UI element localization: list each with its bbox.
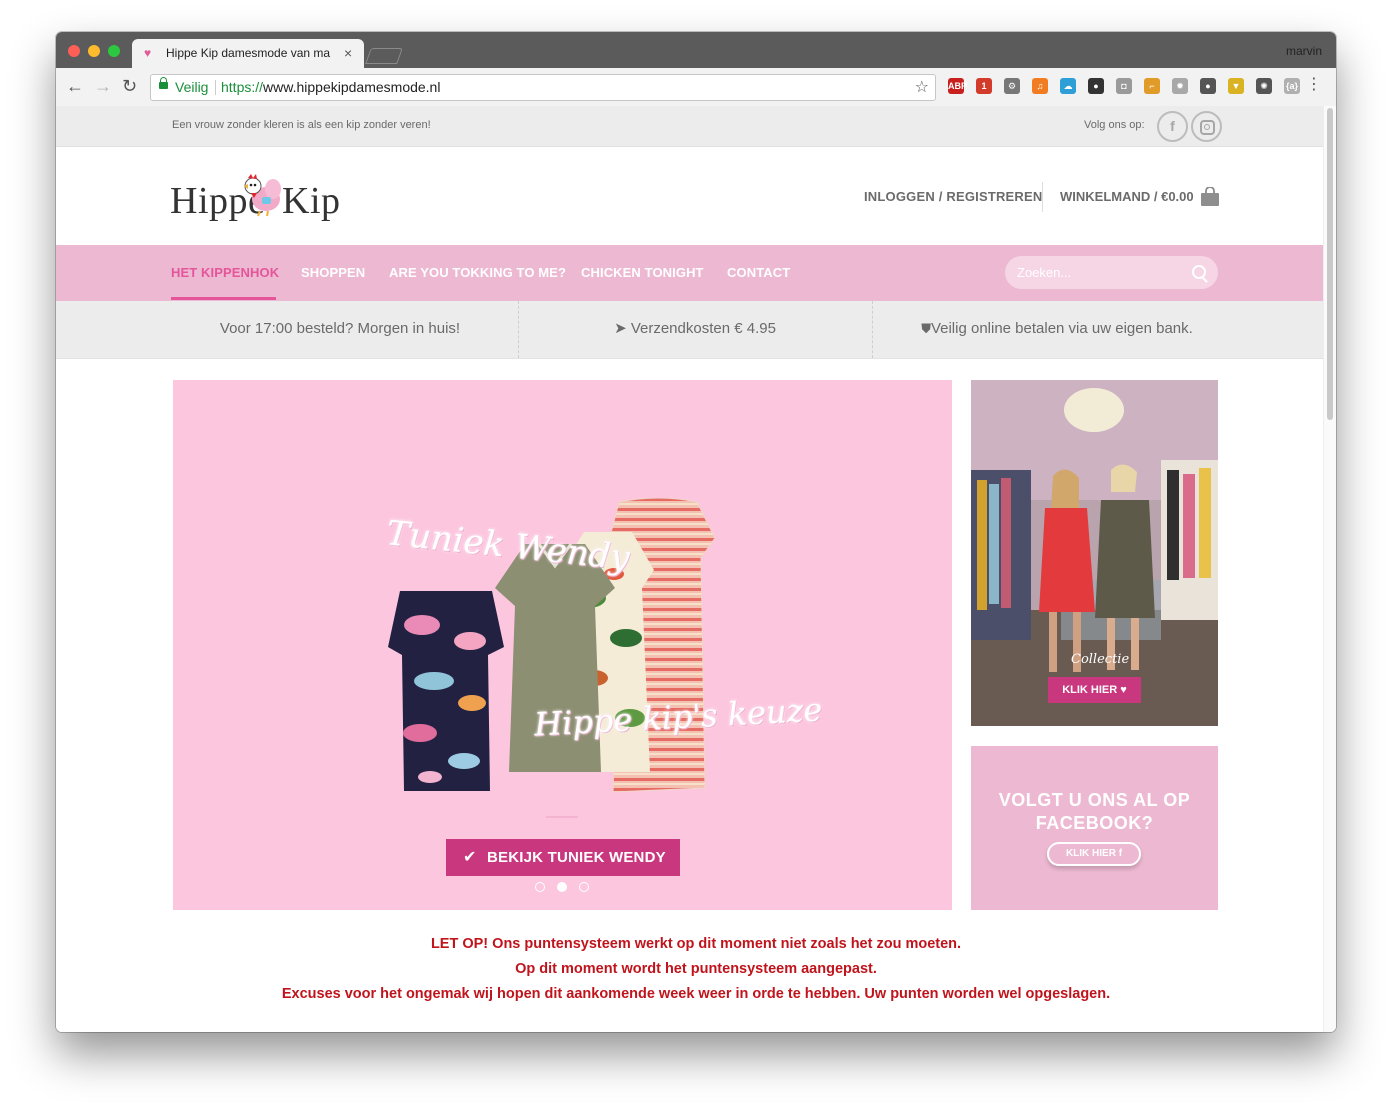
usp-delivery: Voor 17:00 besteld? Morgen in huis!	[219, 320, 461, 337]
profile-name[interactable]: marvin	[1286, 44, 1322, 58]
heart-icon: ♥	[1120, 684, 1127, 696]
music-icon[interactable]: ♫	[1032, 78, 1048, 94]
facebook-icon[interactable]: f	[1157, 111, 1188, 142]
notice-line-3: Excuses voor het ongemak wij hopen dit a…	[281, 986, 1111, 1002]
shield-icon: ⛊	[921, 321, 931, 336]
lock-icon	[159, 77, 168, 89]
new-tab-button[interactable]	[365, 48, 403, 64]
active-nav-indicator	[171, 297, 276, 300]
usp-shipping: Verzendkosten € 4.95	[630, 320, 776, 337]
shopping-bag-icon[interactable]	[1200, 187, 1220, 206]
notice-line-2: Op dit moment wordt het puntensysteem aa…	[515, 961, 877, 977]
bookmark-star-icon[interactable]: ☆	[915, 75, 929, 100]
facebook-click-here-button[interactable]: KLIK HIER f	[1047, 842, 1141, 866]
back-icon[interactable]: ←	[66, 76, 84, 96]
instagram-icon[interactable]	[1191, 111, 1222, 142]
checkmark-icon: ✔	[463, 849, 477, 866]
view-tunic-button[interactable]: ✔ BEKIJK TUNIEK WENDY	[446, 839, 680, 876]
nav-item-are-you-tokking[interactable]: ARE YOU TOKKING TO ME?	[389, 265, 566, 280]
page-scrollbar[interactable]	[1323, 106, 1336, 1032]
forward-icon[interactable]: →	[94, 76, 112, 96]
url-host: www.hippekipdamesmode.nl	[263, 79, 441, 95]
collection-click-here-button[interactable]: KLIK HIER ♥	[1048, 677, 1141, 703]
view-tunic-label: BEKIJK TUNIEK WENDY	[487, 849, 666, 866]
usp-bar: Voor 17:00 besteld? Morgen in huis! ➤ Ve…	[56, 301, 1336, 359]
browser-toolbar: ← → ↻ Veilig https://www.hippekipdamesmo…	[56, 68, 1336, 107]
slide-divider	[546, 816, 578, 818]
atom-icon[interactable]: ✺	[1256, 78, 1272, 94]
url-scheme: https://	[221, 79, 264, 95]
main-navigation: HET KIPPENHOK SHOPPEN ARE YOU TOKKING TO…	[56, 245, 1336, 301]
nav-item-contact[interactable]: CONTACT	[727, 265, 790, 280]
notice-line-1: LET OP! Ons puntensysteem werkt op dit m…	[430, 936, 962, 952]
facebook-promo-line-1: VOLGT U ONS AL OP	[998, 790, 1191, 810]
tab-close-icon[interactable]: ×	[344, 39, 352, 67]
settings-icon[interactable]: ⚙	[1004, 78, 1020, 94]
slider-dots	[535, 882, 595, 894]
slider-dot-3[interactable]	[579, 882, 589, 892]
slider-dot-1[interactable]	[535, 882, 545, 892]
facebook-promo: VOLGT U ONS AL OP FACEBOOK? KLIK HIER f	[971, 746, 1218, 910]
top-bar: Een vrouw zonder kleren is als een kip z…	[56, 106, 1336, 147]
weather-icon[interactable]: ☁	[1060, 78, 1076, 94]
usp-payment-cell: ⛊Veilig online betalen via uw eigen bank…	[872, 301, 1242, 358]
floral-navy-dress-image	[388, 591, 504, 791]
web-page: Een vrouw zonder kleren is als een kip z…	[56, 106, 1336, 1032]
cart-link[interactable]: WINKELMAND / €0.00	[1060, 189, 1194, 204]
browser-menu-icon[interactable]: ⋮	[1306, 75, 1322, 95]
camera-icon[interactable]: ◘	[1116, 78, 1132, 94]
reload-icon[interactable]: ↻	[122, 76, 137, 96]
follow-label: Volg ons op:	[1084, 119, 1145, 131]
url-text[interactable]: https://www.hippekipdamesmode.nl	[221, 75, 440, 100]
search-icon[interactable]	[1192, 265, 1206, 279]
counter-icon[interactable]: 1	[976, 78, 992, 94]
title-bar: ♥ Hippe Kip damesmode van ma × marvin	[56, 32, 1336, 68]
header-divider	[1042, 182, 1043, 212]
login-register-link[interactable]: INLOGGEN / REGISTREREN	[864, 189, 1042, 204]
gear-icon[interactable]: ✹	[1172, 78, 1188, 94]
scrollbar-thumb[interactable]	[1327, 108, 1333, 420]
close-window-button[interactable]	[68, 45, 80, 57]
address-divider	[215, 80, 216, 95]
minimize-window-button[interactable]	[88, 45, 100, 57]
facebook-promo-title: VOLGT U ONS AL OP FACEBOOK?	[971, 789, 1218, 835]
hen-mascot-icon	[244, 174, 281, 217]
search-input[interactable]: Zoeken...	[1005, 256, 1218, 289]
site-header: Hippe Kip INLOGGEN / REGISTREREN WINKELM…	[56, 147, 1336, 245]
browser-tab[interactable]: ♥ Hippe Kip damesmode van ma ×	[132, 39, 364, 68]
collection-photo[interactable]: Collectie KLIK HIER ♥	[971, 380, 1218, 726]
tagline: Een vrouw zonder kleren is als een kip z…	[172, 119, 431, 131]
collection-caption: Collectie	[1071, 652, 1130, 667]
usp-shipping-cell: ➤ Verzendkosten € 4.95	[518, 301, 872, 358]
code-icon[interactable]: {a}	[1284, 78, 1300, 94]
logo-word-kip: Kip	[282, 180, 341, 222]
hero-slider[interactable]: Tuniek Wendy Hippe kip's keuze ✔ BEKIJK …	[173, 380, 952, 910]
favicon-icon: ♥	[144, 46, 152, 60]
maximize-window-button[interactable]	[108, 45, 120, 57]
site-logo[interactable]: Hippe Kip	[170, 167, 340, 227]
tool-icon[interactable]: ⌐	[1144, 78, 1160, 94]
boutique-photo-image	[971, 380, 1218, 726]
browser-window: ♥ Hippe Kip damesmode van ma × marvin ← …	[56, 32, 1336, 1032]
address-bar[interactable]: Veilig https://www.hippekipdamesmode.nl …	[150, 74, 936, 101]
nav-item-chicken-tonight[interactable]: CHICKEN TONIGHT	[581, 265, 704, 280]
slider-dot-2[interactable]	[557, 882, 567, 892]
circle-icon[interactable]: ●	[1200, 78, 1216, 94]
secure-label: Veilig	[175, 79, 209, 95]
usp-payment: Veilig online betalen via uw eigen bank.	[930, 320, 1193, 337]
nav-item-het-kippenhok[interactable]: HET KIPPENHOK	[171, 265, 279, 280]
nav-item-shoppen[interactable]: SHOPPEN	[301, 265, 365, 280]
flag-icon[interactable]: ●	[1088, 78, 1104, 94]
click-here-label: KLIK HIER	[1062, 684, 1118, 696]
facebook-promo-line-2: FACEBOOK?	[1035, 813, 1154, 833]
shield-icon[interactable]: ▼	[1228, 78, 1244, 94]
points-notice: LET OP! Ons puntensysteem werkt op dit m…	[56, 932, 1336, 1007]
abp-icon[interactable]: ABP	[948, 78, 967, 94]
search-placeholder: Zoeken...	[1017, 265, 1072, 280]
tab-title: Hippe Kip damesmode van ma	[166, 46, 331, 60]
paper-plane-icon: ➤	[614, 320, 627, 337]
